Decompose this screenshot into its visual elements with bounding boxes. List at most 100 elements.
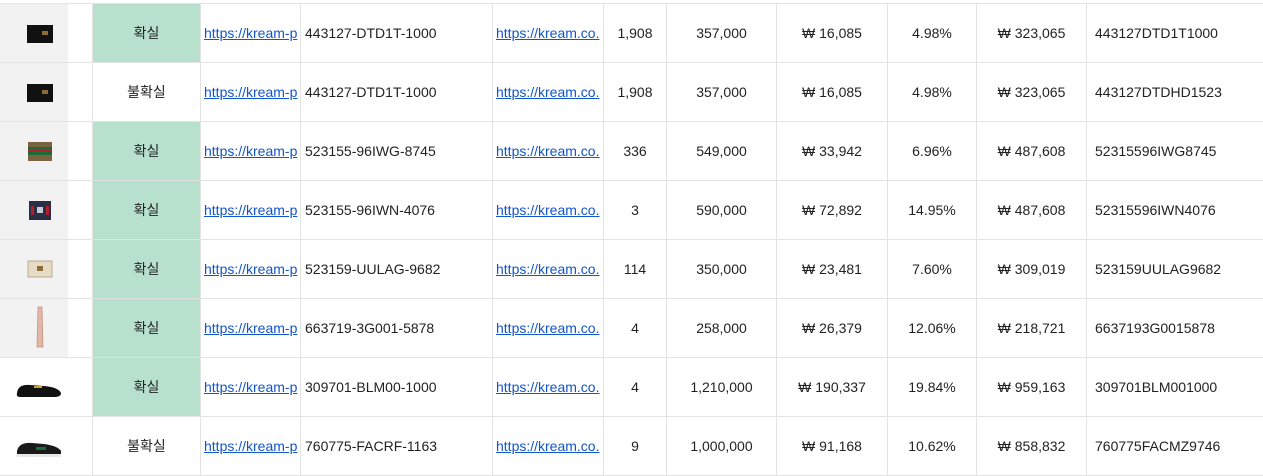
kream-product-link[interactable]: https://kream.co. [496, 320, 599, 336]
model-code-cell[interactable]: 443127-DTD1T-1000 [301, 63, 493, 121]
margin-percent-cell[interactable]: 6.96% [888, 122, 977, 180]
price-cell[interactable]: 1,000,000 [667, 417, 777, 475]
kream-price-link[interactable]: https://kream-p [204, 379, 297, 395]
count-cell[interactable]: 4 [604, 299, 667, 357]
price-cell[interactable]: 549,000 [667, 122, 777, 180]
kream-price-link-cell[interactable]: https://kream-p [201, 299, 301, 357]
count-cell[interactable]: 1,908 [604, 63, 667, 121]
price-cell[interactable]: 1,210,000 [667, 358, 777, 416]
sku-cell[interactable]: 6637193G0015878 [1087, 299, 1263, 357]
kream-price-link[interactable]: https://kream-p [204, 320, 297, 336]
margin-cell[interactable]: ₩ 26,379 [777, 299, 888, 357]
kream-price-link[interactable]: https://kream-p [204, 84, 297, 100]
margin-percent-cell[interactable]: 10.62% [888, 417, 977, 475]
kream-price-link[interactable]: https://kream-p [204, 25, 297, 41]
sku-cell[interactable]: 52315596IWG8745 [1087, 122, 1263, 180]
product-image-cell[interactable] [0, 417, 68, 475]
cost-cell[interactable]: ₩ 323,065 [977, 63, 1087, 121]
sku-cell[interactable]: 309701BLM001000 [1087, 358, 1263, 416]
sku-cell[interactable]: 760775FACMZ9746 [1087, 417, 1263, 475]
model-code-cell[interactable]: 663719-3G001-5878 [301, 299, 493, 357]
sku-cell[interactable]: 443127DTD1T1000 [1087, 4, 1263, 62]
kream-product-link[interactable]: https://kream.co. [496, 261, 599, 277]
status-cell[interactable]: 확실 [93, 181, 201, 239]
cost-cell[interactable]: ₩ 858,832 [977, 417, 1087, 475]
kream-price-link[interactable]: https://kream-p [204, 261, 297, 277]
sku-cell[interactable]: 523159UULAG9682 [1087, 240, 1263, 298]
kream-price-link-cell[interactable]: https://kream-p [201, 181, 301, 239]
status-cell[interactable]: 확실 [93, 358, 201, 416]
status-cell[interactable]: 확실 [93, 122, 201, 180]
kream-price-link[interactable]: https://kream-p [204, 438, 297, 454]
status-cell[interactable]: 확실 [93, 299, 201, 357]
count-cell[interactable]: 1,908 [604, 4, 667, 62]
empty-cell[interactable] [68, 240, 93, 298]
kream-price-link-cell[interactable]: https://kream-p [201, 122, 301, 180]
count-cell[interactable]: 4 [604, 358, 667, 416]
empty-cell[interactable] [68, 63, 93, 121]
status-cell[interactable]: 확실 [93, 240, 201, 298]
margin-cell[interactable]: ₩ 190,337 [777, 358, 888, 416]
model-code-cell[interactable]: 309701-BLM00-1000 [301, 358, 493, 416]
kream-product-link-cell[interactable]: https://kream.co. [493, 358, 604, 416]
kream-product-link[interactable]: https://kream.co. [496, 438, 599, 454]
cost-cell[interactable]: ₩ 218,721 [977, 299, 1087, 357]
product-image-cell[interactable] [0, 299, 68, 357]
cost-cell[interactable]: ₩ 487,608 [977, 122, 1087, 180]
margin-cell[interactable]: ₩ 91,168 [777, 417, 888, 475]
margin-cell[interactable]: ₩ 33,942 [777, 122, 888, 180]
model-code-cell[interactable]: 443127-DTD1T-1000 [301, 4, 493, 62]
kream-product-link-cell[interactable]: https://kream.co. [493, 4, 604, 62]
product-image-cell[interactable] [0, 63, 68, 121]
sku-cell[interactable]: 443127DTDHD1523 [1087, 63, 1263, 121]
model-code-cell[interactable]: 523155-96IWN-4076 [301, 181, 493, 239]
empty-cell[interactable] [68, 122, 93, 180]
price-cell[interactable]: 350,000 [667, 240, 777, 298]
margin-percent-cell[interactable]: 7.60% [888, 240, 977, 298]
model-code-cell[interactable]: 760775-FACRF-1163 [301, 417, 493, 475]
empty-cell[interactable] [68, 4, 93, 62]
margin-percent-cell[interactable]: 19.84% [888, 358, 977, 416]
count-cell[interactable]: 9 [604, 417, 667, 475]
empty-cell[interactable] [68, 299, 93, 357]
margin-percent-cell[interactable]: 14.95% [888, 181, 977, 239]
cost-cell[interactable]: ₩ 309,019 [977, 240, 1087, 298]
price-cell[interactable]: 258,000 [667, 299, 777, 357]
kream-price-link-cell[interactable]: https://kream-p [201, 4, 301, 62]
product-image-cell[interactable] [0, 4, 68, 62]
kream-product-link[interactable]: https://kream.co. [496, 143, 599, 159]
sku-cell[interactable]: 52315596IWN4076 [1087, 181, 1263, 239]
count-cell[interactable]: 3 [604, 181, 667, 239]
product-image-cell[interactable] [0, 240, 68, 298]
kream-product-link[interactable]: https://kream.co. [496, 25, 599, 41]
kream-product-link-cell[interactable]: https://kream.co. [493, 240, 604, 298]
empty-cell[interactable] [68, 417, 93, 475]
margin-percent-cell[interactable]: 4.98% [888, 63, 977, 121]
price-cell[interactable]: 590,000 [667, 181, 777, 239]
cost-cell[interactable]: ₩ 959,163 [977, 358, 1087, 416]
status-cell[interactable]: 불확실 [93, 63, 201, 121]
kream-price-link-cell[interactable]: https://kream-p [201, 417, 301, 475]
status-cell[interactable]: 불확실 [93, 417, 201, 475]
kream-product-link-cell[interactable]: https://kream.co. [493, 122, 604, 180]
kream-product-link[interactable]: https://kream.co. [496, 379, 599, 395]
model-code-cell[interactable]: 523159-UULAG-9682 [301, 240, 493, 298]
product-image-cell[interactable] [0, 181, 68, 239]
margin-percent-cell[interactable]: 4.98% [888, 4, 977, 62]
status-cell[interactable]: 확실 [93, 4, 201, 62]
margin-cell[interactable]: ₩ 16,085 [777, 4, 888, 62]
empty-cell[interactable] [68, 181, 93, 239]
kream-product-link[interactable]: https://kream.co. [496, 202, 599, 218]
product-image-cell[interactable] [0, 358, 68, 416]
margin-cell[interactable]: ₩ 72,892 [777, 181, 888, 239]
kream-product-link-cell[interactable]: https://kream.co. [493, 63, 604, 121]
empty-cell[interactable] [68, 358, 93, 416]
kream-price-link-cell[interactable]: https://kream-p [201, 240, 301, 298]
price-cell[interactable]: 357,000 [667, 63, 777, 121]
kream-product-link-cell[interactable]: https://kream.co. [493, 299, 604, 357]
margin-cell[interactable]: ₩ 23,481 [777, 240, 888, 298]
kream-price-link[interactable]: https://kream-p [204, 143, 297, 159]
price-cell[interactable]: 357,000 [667, 4, 777, 62]
kream-price-link[interactable]: https://kream-p [204, 202, 297, 218]
margin-percent-cell[interactable]: 12.06% [888, 299, 977, 357]
